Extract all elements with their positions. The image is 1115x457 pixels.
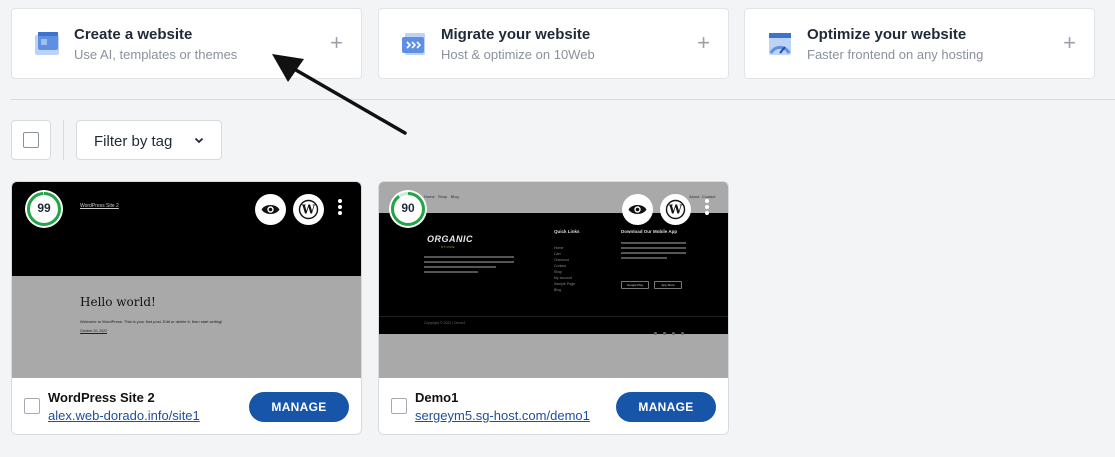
toolbar-divider xyxy=(63,120,64,160)
preview-heading: Hello world! xyxy=(80,295,156,309)
performance-score-badge: 99 xyxy=(25,190,63,228)
performance-score: 99 xyxy=(37,201,51,215)
optimize-website-subtitle: Faster frontend on any hosting xyxy=(807,47,984,62)
optimize-website-icon xyxy=(769,33,791,55)
preview-col1-list: Home Cart Checkout Contact Shop My accou… xyxy=(554,246,576,292)
migrate-website-subtitle: Host & optimize on 10Web xyxy=(441,47,595,62)
preview-site-title: WordPress Site 2 xyxy=(80,203,119,209)
filter-label: Filter by tag xyxy=(94,133,173,150)
performance-score-badge: 90 xyxy=(389,190,427,228)
preview-col2-title: Download Our Mobile App xyxy=(621,229,678,234)
manage-button[interactable]: MANAGE xyxy=(616,392,716,422)
migrate-website-card[interactable]: Migrate your website Host & optimize on … xyxy=(378,8,729,79)
preview-nav-right: About Contact xyxy=(689,194,716,199)
preview-logo: ORGANIC xyxy=(427,234,473,244)
section-divider xyxy=(11,99,1115,100)
wordpress-icon: W xyxy=(298,199,319,220)
select-all-checkbox[interactable] xyxy=(11,120,51,160)
optimize-website-title: Optimize your website xyxy=(807,26,967,43)
checkbox-box xyxy=(23,132,39,148)
preview-copyright: Copyright © 2022 | Demo1 xyxy=(424,321,466,325)
more-options-icon[interactable] xyxy=(337,199,343,219)
preview-social-icons xyxy=(654,322,684,340)
site-footer: Demo1 sergeym5.sg-host.com/demo1 MANAGE xyxy=(379,378,728,434)
wordpress-icon: W xyxy=(665,199,686,220)
create-website-icon xyxy=(35,32,59,55)
wordpress-admin-button[interactable]: W xyxy=(293,194,324,225)
preview-nav: Home Shop Blog xyxy=(424,194,459,199)
plus-icon[interactable]: + xyxy=(697,31,710,55)
chevron-down-icon xyxy=(194,137,204,144)
svg-text:W: W xyxy=(668,203,683,217)
eye-icon xyxy=(628,205,647,214)
preview-eye-button[interactable] xyxy=(622,194,653,225)
svg-text:W: W xyxy=(301,203,316,217)
app-store-badge: App Store xyxy=(654,281,682,289)
wordpress-admin-button[interactable]: W xyxy=(660,194,691,225)
annotation-arrow xyxy=(272,54,407,135)
site-preview[interactable]: Home Shop Blog About Contact ORGANIC STO… xyxy=(379,182,728,378)
filter-by-tag-dropdown[interactable]: Filter by tag xyxy=(76,120,222,160)
plus-icon[interactable]: + xyxy=(1063,31,1076,55)
preview-bottom-divider xyxy=(379,316,728,317)
site-checkbox[interactable] xyxy=(391,398,407,414)
preview-eye-button[interactable] xyxy=(255,194,286,225)
site-checkbox[interactable] xyxy=(24,398,40,414)
preview-date: October 20, 2022 xyxy=(80,329,108,333)
site-footer: WordPress Site 2 alex.web-dorado.info/si… xyxy=(12,378,361,434)
optimize-website-card[interactable]: Optimize your website Faster frontend on… xyxy=(744,8,1095,79)
site-card: Home Shop Blog About Contact ORGANIC STO… xyxy=(378,181,729,435)
eye-icon xyxy=(261,205,280,214)
site-url-link[interactable]: alex.web-dorado.info/site1 xyxy=(48,408,200,423)
site-name: WordPress Site 2 xyxy=(48,390,155,405)
preview-lorem xyxy=(424,256,514,273)
site-url-link[interactable]: sergeym5.sg-host.com/demo1 xyxy=(415,408,590,423)
preview-logo-sub: STORE xyxy=(441,245,456,249)
site-preview[interactable]: WordPress Site 2 Hello world! Welcome to… xyxy=(12,182,361,378)
preview-body: Welcome to WordPress. This is your first… xyxy=(80,319,223,324)
site-card: WordPress Site 2 Hello world! Welcome to… xyxy=(11,181,362,435)
more-options-icon[interactable] xyxy=(704,199,710,219)
site-name: Demo1 xyxy=(415,390,459,405)
preview-col2-text xyxy=(621,242,686,259)
migrate-website-title: Migrate your website xyxy=(441,26,591,43)
manage-button[interactable]: MANAGE xyxy=(249,392,349,422)
preview-col1-title: Quick Links xyxy=(554,229,580,234)
create-website-title: Create a website xyxy=(74,26,193,43)
create-website-subtitle: Use AI, templates or themes xyxy=(74,47,238,62)
google-play-badge: Google Play xyxy=(621,281,649,289)
performance-score: 90 xyxy=(401,201,415,215)
